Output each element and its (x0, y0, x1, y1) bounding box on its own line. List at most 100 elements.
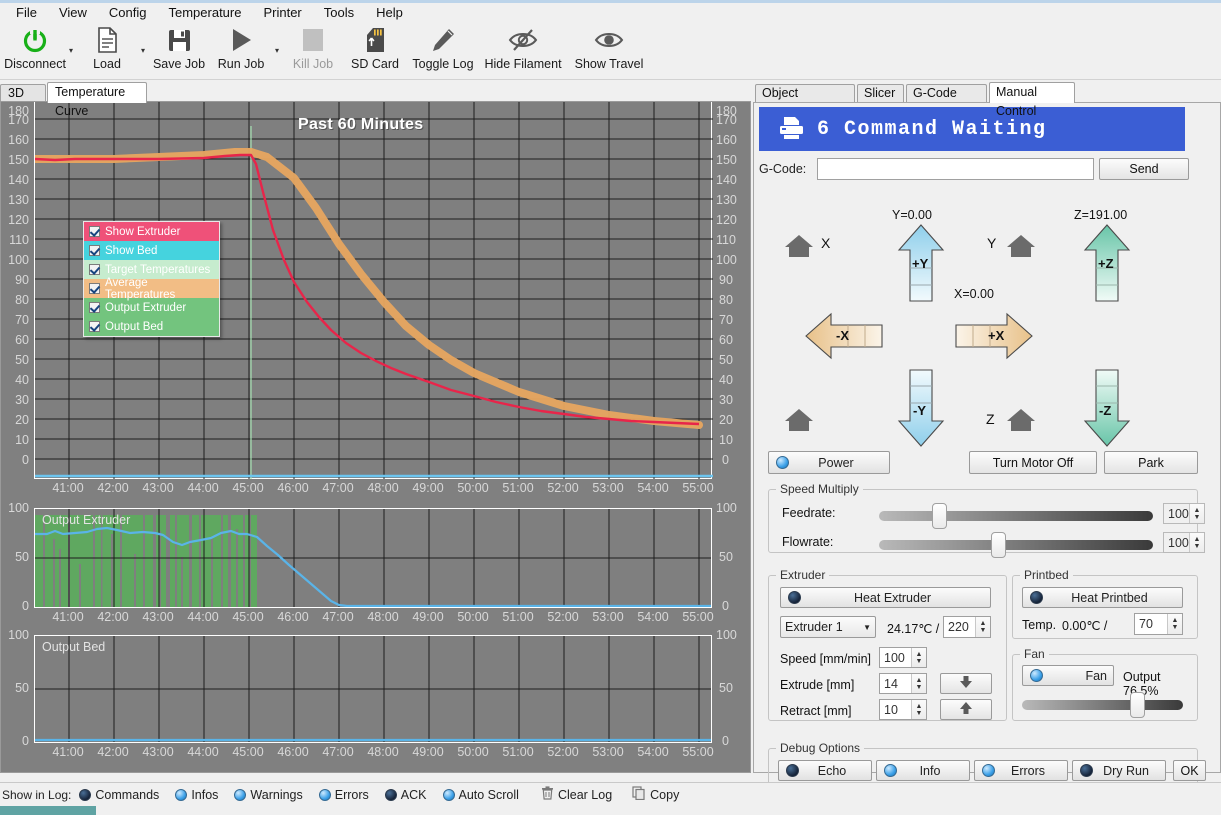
jog-minus-y-button[interactable]: -Y (896, 368, 946, 451)
tab-gcode-editor[interactable]: G-Code Editor (906, 84, 987, 117)
legend-item-average-temperatures[interactable]: Average Temperatures (84, 277, 219, 301)
status-bar: Show in Log: Commands Infos Warnings Err… (0, 782, 1221, 806)
debug-echo-button[interactable]: Echo (778, 760, 872, 781)
menu-item-tools[interactable]: Tools (314, 2, 364, 23)
copy-button[interactable]: Copy (632, 786, 679, 803)
debug-dry-run-button[interactable]: Dry Run (1072, 760, 1166, 781)
toolbar-button-run-job[interactable]: Run Job (210, 22, 272, 71)
heat-printbed-button[interactable]: Heat Printbed (1022, 587, 1183, 608)
fan-button[interactable]: Fan (1022, 665, 1114, 686)
chart-legend[interactable]: Show Extruder Show Bed Target Temperatur… (83, 221, 220, 337)
y-tick: 130 (716, 193, 737, 207)
toolbar-button-load[interactable]: Load (76, 22, 138, 71)
extrude-amount-spinner[interactable]: 14 ▲ ▼ (879, 673, 927, 694)
debug-ok-button[interactable]: OK (1173, 760, 1206, 781)
power-button[interactable]: Power (768, 451, 890, 474)
legend-item-show-bed[interactable]: Show Bed (84, 241, 219, 260)
menu-item-file[interactable]: File (6, 2, 47, 23)
log-toggle-commands[interactable]: Commands (79, 788, 159, 802)
fan-caption: Fan (1020, 647, 1049, 661)
log-toggle-errors[interactable]: Errors (318, 788, 369, 802)
feedrate-slider-knob[interactable] (932, 503, 947, 529)
checkbox-icon[interactable] (89, 302, 100, 313)
toolbar-button-save-job[interactable]: Save Job (148, 22, 210, 71)
tab-slicer[interactable]: Slicer (857, 84, 904, 102)
toolbar-button-show-travel[interactable]: Show Travel (566, 22, 652, 71)
feedrate-slider[interactable] (879, 503, 1153, 529)
home-all-button[interactable] (782, 405, 816, 438)
home-y-button[interactable] (1004, 231, 1038, 264)
debug-info-button[interactable]: Info (876, 760, 970, 781)
clear-log-button[interactable]: Clear Log (541, 786, 612, 803)
load-dropdown-caret[interactable]: ▾ (138, 46, 148, 79)
legend-item-show-extruder[interactable]: Show Extruder (84, 222, 219, 241)
output-extruder-plot[interactable]: Output Extruder (34, 508, 712, 608)
toolbar-button-hide-filament[interactable]: Hide Filament (480, 22, 566, 71)
fan-slider[interactable] (1022, 692, 1183, 718)
spinner-arrows-icon[interactable]: ▲ ▼ (911, 674, 926, 693)
jog-minus-z-button[interactable]: -Z (1082, 368, 1132, 451)
chart-title: Past 60 Minutes (298, 116, 424, 133)
menu-item-help[interactable]: Help (366, 2, 413, 23)
extruder-select[interactable]: Extruder 1 ▼ (780, 616, 876, 638)
extruder-select-value: Extruder 1 (785, 620, 843, 634)
menu-item-temperature[interactable]: Temperature (158, 2, 251, 23)
spinner-arrows-icon[interactable]: ▲ ▼ (1189, 533, 1204, 552)
extruder-speed-spinner[interactable]: 100 ▲ ▼ (879, 647, 927, 668)
output-bed-plot[interactable]: Output Bed (34, 635, 712, 743)
log-toggle-warnings[interactable]: Warnings (234, 788, 303, 802)
spinner-arrows-icon[interactable]: ▲ ▼ (1167, 614, 1182, 634)
spinner-arrows-icon[interactable]: ▲ ▼ (911, 700, 926, 719)
gcode-input[interactable] (817, 158, 1094, 180)
menu-item-printer[interactable]: Printer (253, 2, 311, 23)
jog-plus-x-button[interactable]: +X (954, 311, 1034, 364)
jog-plus-z-button[interactable]: +Z (1082, 223, 1132, 306)
tab-temperature-curve[interactable]: Temperature Curve (47, 82, 147, 118)
tab-manual-control[interactable]: Manual Control (989, 82, 1075, 118)
y-tick: 110 (716, 233, 736, 247)
spinner-arrows-icon[interactable]: ▲ ▼ (911, 648, 926, 667)
checkbox-icon[interactable] (89, 264, 100, 275)
turn-motor-off-button[interactable]: Turn Motor Off (969, 451, 1097, 474)
menu-item-view[interactable]: View (49, 2, 97, 23)
toolbar-button-sd-card[interactable]: SD Card (344, 22, 406, 71)
flowrate-spinner[interactable]: 100 ▲ ▼ (1163, 532, 1205, 553)
disconnect-dropdown-caret[interactable]: ▾ (66, 46, 76, 79)
home-z-button[interactable] (1004, 405, 1038, 438)
legend-item-output-extruder[interactable]: Output Extruder (84, 298, 219, 317)
retract-button[interactable] (940, 699, 992, 720)
spinner-arrows-icon[interactable]: ▲ ▼ (1189, 504, 1204, 523)
spinner-arrows-icon[interactable]: ▲ ▼ (975, 617, 990, 637)
debug-errors-button[interactable]: Errors (974, 760, 1068, 781)
checkbox-icon[interactable] (89, 283, 100, 294)
flowrate-slider[interactable] (879, 532, 1153, 558)
fan-slider-knob[interactable] (1130, 692, 1145, 718)
log-toggle-auto-scroll[interactable]: Auto Scroll (442, 788, 519, 802)
send-button[interactable]: Send (1099, 158, 1189, 180)
park-button[interactable]: Park (1104, 451, 1198, 474)
feedrate-spinner[interactable]: 100 ▲ ▼ (1163, 503, 1205, 524)
checkbox-icon[interactable] (89, 245, 100, 256)
legend-item-output-bed[interactable]: Output Bed (84, 317, 219, 336)
log-toggle-ack[interactable]: ACK (384, 788, 427, 802)
retract-amount-spinner[interactable]: 10 ▲ ▼ (879, 699, 927, 720)
checkbox-icon[interactable] (89, 226, 100, 237)
checkbox-icon[interactable] (89, 321, 100, 332)
printbed-target-temp-spinner[interactable]: 70 ▲ ▼ (1134, 613, 1183, 635)
log-toggle-infos[interactable]: Infos (175, 788, 218, 802)
jog-minus-x-button[interactable]: -X (804, 311, 884, 364)
jog-plus-y-button[interactable]: +Y (896, 223, 946, 306)
tab-3d-view[interactable]: 3D View (0, 84, 46, 117)
run-job-dropdown-caret[interactable]: ▾ (272, 46, 282, 79)
menu-item-config[interactable]: Config (99, 2, 157, 23)
extrude-button[interactable] (940, 673, 992, 694)
heat-extruder-button[interactable]: Heat Extruder (780, 587, 991, 608)
toolbar-button-toggle-log[interactable]: Toggle Log (406, 22, 480, 71)
flowrate-slider-knob[interactable] (991, 532, 1006, 558)
tab-object-placement[interactable]: Object Placement (755, 84, 855, 117)
extruder-target-temp-spinner[interactable]: 220 ▲ ▼ (943, 616, 991, 638)
chevron-down-icon[interactable]: ▼ (863, 623, 871, 632)
toolbar-button-disconnect[interactable]: Disconnect (4, 22, 66, 71)
home-x-button[interactable] (782, 231, 816, 264)
power-icon (21, 25, 49, 55)
